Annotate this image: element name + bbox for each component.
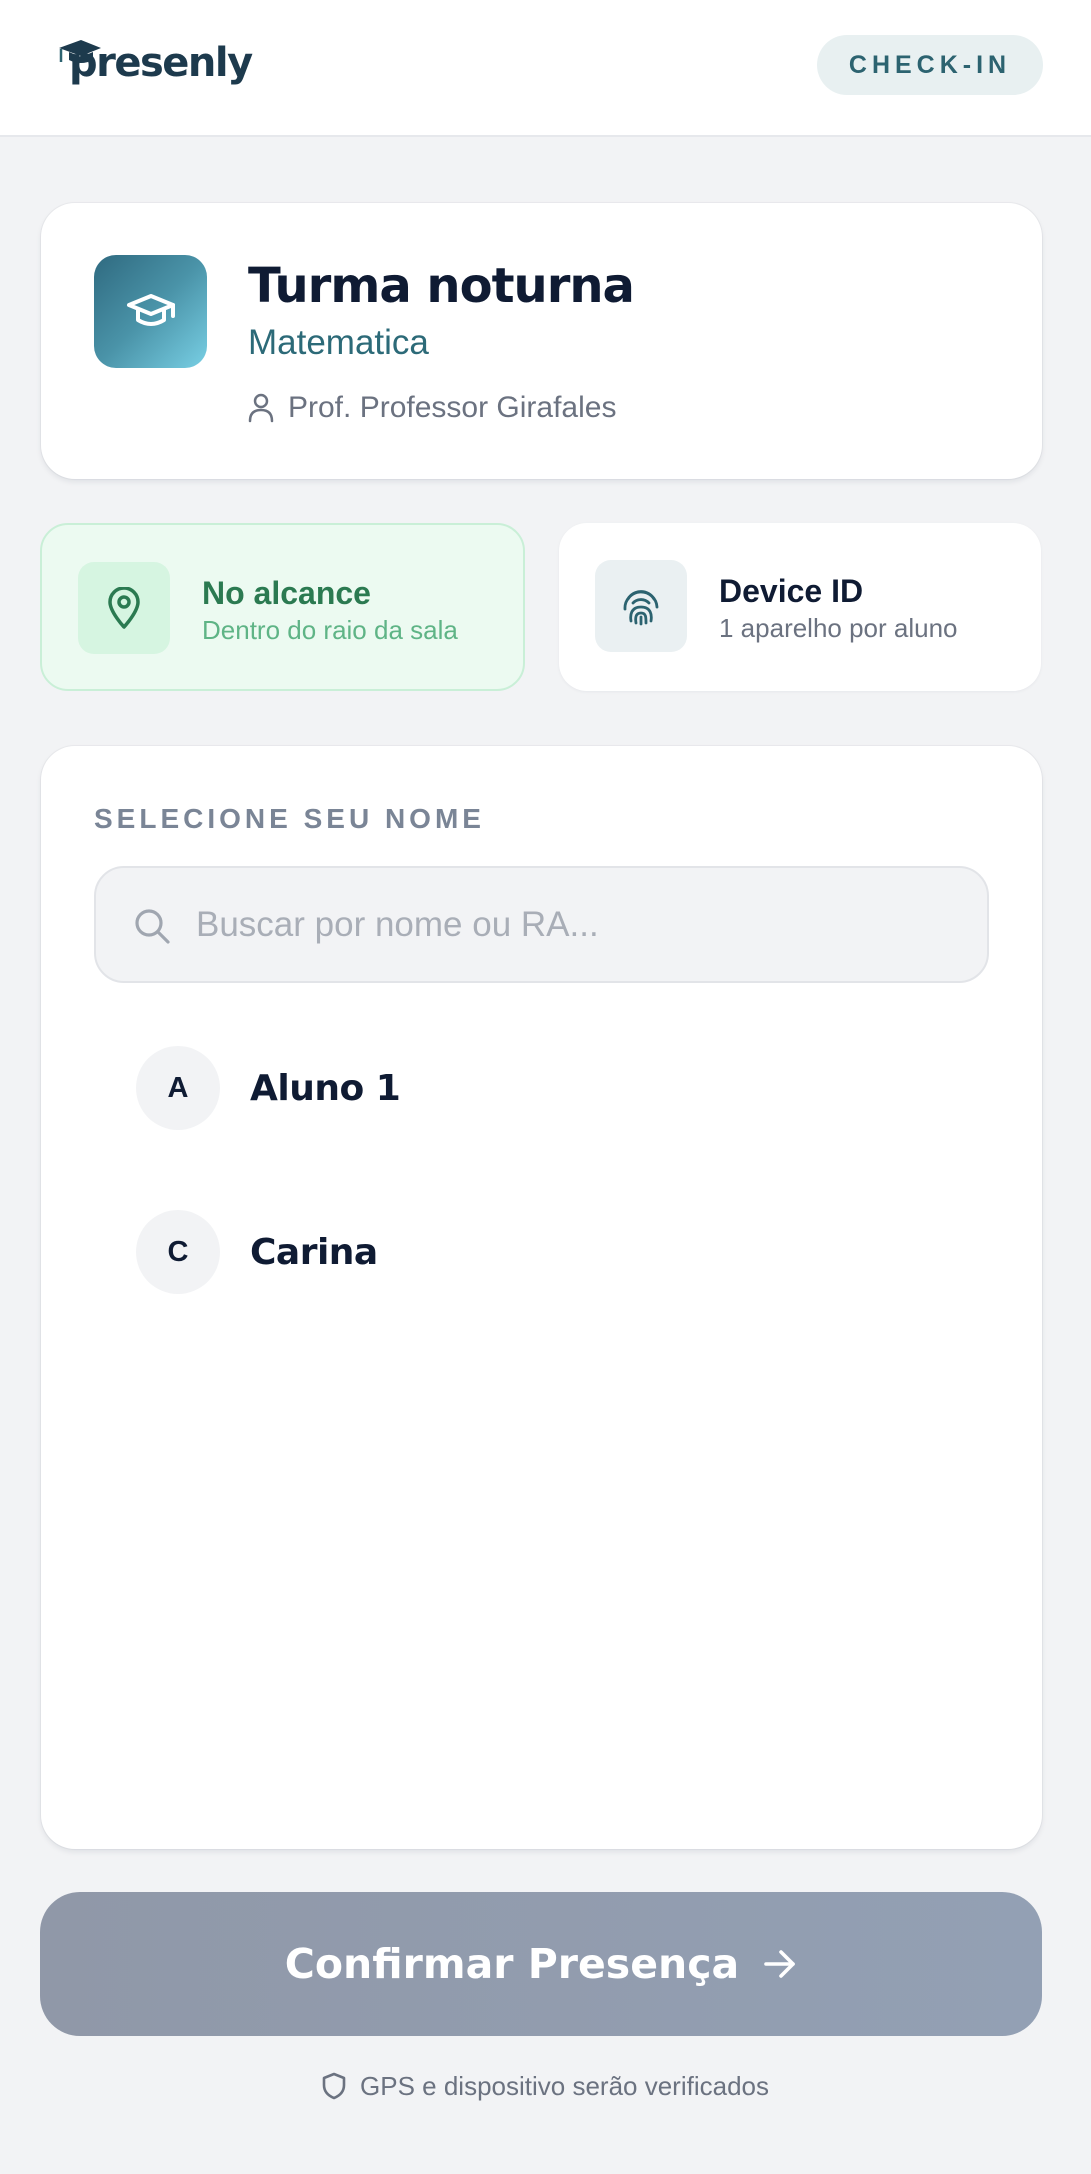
search-input[interactable] [196,888,956,962]
graduation-cap-icon [94,255,207,368]
footer-note-text: GPS e dispositivo serão verificados [360,2070,769,2101]
shield-icon [322,2072,346,2100]
search-box[interactable] [94,866,989,983]
avatar: A [136,1046,220,1130]
confirm-button-label: Confirmar Presença [284,1940,740,1988]
presenly-logo[interactable]: presenly [55,38,253,92]
range-status-title: No alcance [202,575,371,611]
checkin-button[interactable]: CHECK-IN [817,35,1043,95]
search-icon [135,909,170,944]
class-title: Turma noturna [248,258,635,314]
device-status-subtitle: 1 aparelho por aluno [719,613,958,643]
range-status-card: No alcance Dentro do raio da sala [40,523,525,691]
map-pin-icon [78,562,170,654]
avatar: C [136,1210,220,1294]
student-list-item[interactable]: C Carina [136,1210,946,1294]
user-icon [248,393,274,423]
arrow-right-icon [764,1950,795,1978]
range-status-subtitle: Dentro do raio da sala [202,615,458,645]
fingerprint-icon [595,560,687,652]
student-list-item[interactable]: A Aluno 1 [136,1046,946,1130]
section-label: SELECIONE SEU NOME [94,803,485,834]
class-subject: Matematica [248,323,429,362]
app-header: presenly CHECK-IN [0,0,1091,137]
student-select-card: SELECIONE SEU NOME A Aluno 1 C Carina [41,746,1042,1849]
professor-line: Prof. Professor Girafales [248,389,616,427]
professor-name: Prof. Professor Girafales [288,391,617,424]
confirm-attendance-button[interactable]: Confirmar Presença [40,1892,1042,2036]
footer-note: GPS e dispositivo serão verificados [0,2068,1091,2104]
class-card: Turma noturna Matematica Prof. Professor… [41,203,1042,479]
device-status-card: Device ID 1 aparelho por aluno [559,523,1041,691]
logo-text: presenly [69,40,253,86]
student-name: Carina [250,1231,378,1273]
device-status-title: Device ID [719,573,864,609]
student-name: Aluno 1 [250,1067,401,1109]
